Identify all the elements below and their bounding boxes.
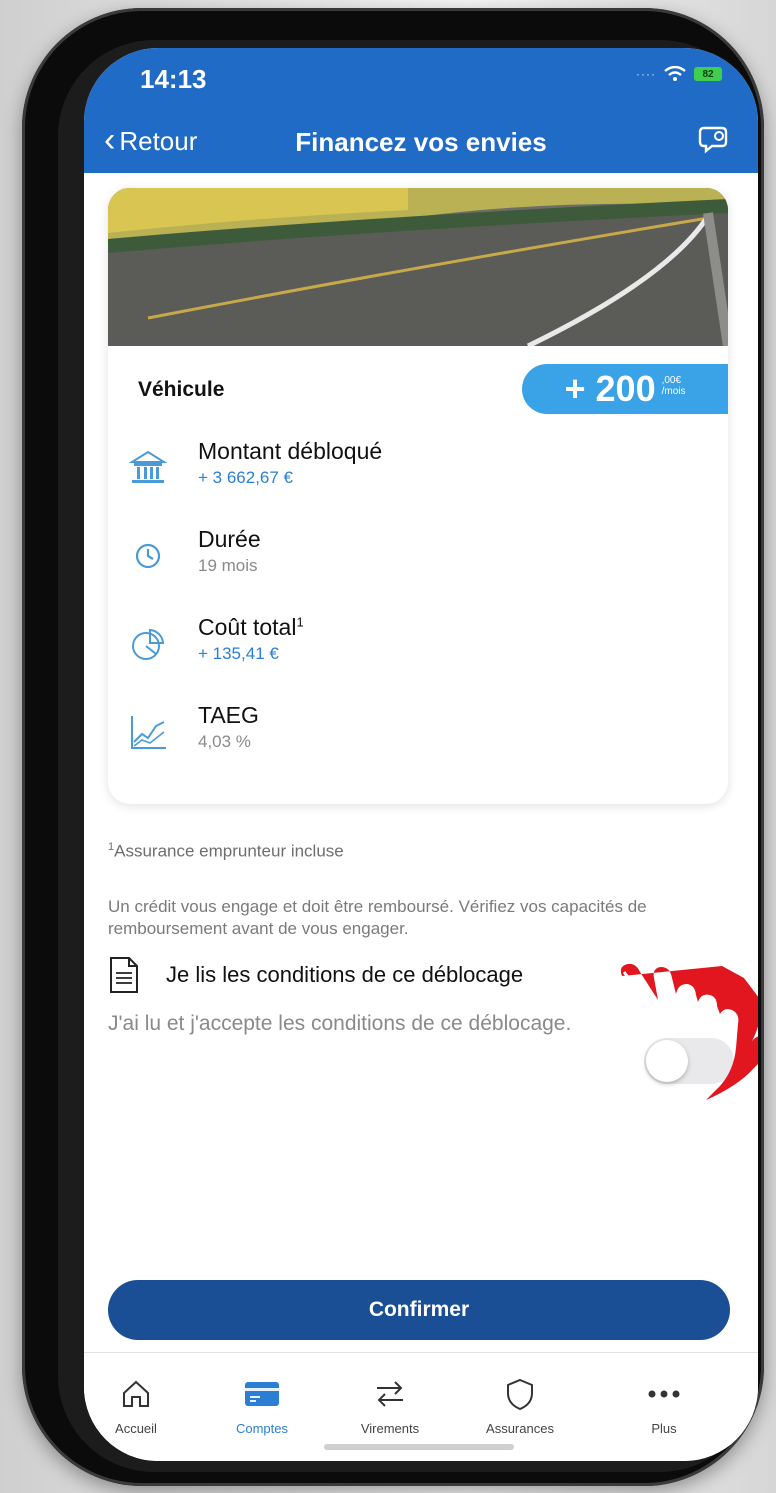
detail-label: TAEG [198, 702, 259, 728]
detail-value: 4,03 % [198, 732, 251, 751]
tab-label: Plus [651, 1421, 677, 1436]
detail-row-taeg: TAEG 4,03 % [128, 702, 708, 790]
battery-icon: 82 [694, 67, 722, 81]
tab-bar: Accueil Comptes Virements Assurances Plu… [84, 1352, 758, 1461]
badge-cents: ,00€ [661, 375, 682, 386]
page-title: Financez vos envies [295, 127, 547, 157]
badge-per: /mois [661, 386, 686, 397]
app-screen: 14:13 ···· 82 ‹ Retour Financez vos envi… [84, 48, 758, 1461]
signal-icon: ···· [636, 67, 656, 81]
tab-label: Comptes [235, 1421, 289, 1436]
document-icon [110, 957, 138, 993]
loan-card: Véhicule + 200 ,00€ /mois Montant débloq… [108, 188, 728, 804]
transfer-icon [377, 1381, 403, 1407]
detail-label-text: Coût total [198, 614, 297, 640]
detail-label: Coût total1 [198, 614, 304, 641]
tab-label: Accueil [115, 1421, 157, 1436]
detail-row-duration: Durée 19 mois [128, 526, 708, 614]
tab-comptes[interactable]: Comptes [202, 1375, 322, 1436]
line-chart-icon [131, 716, 166, 749]
confirm-button[interactable]: Confirmer [108, 1280, 730, 1340]
footnote-text: Assurance emprunteur incluse [114, 841, 344, 861]
home-indicator [324, 1444, 514, 1450]
home-icon [123, 1380, 149, 1407]
detail-value: + 3 662,67 € [198, 468, 294, 487]
read-conditions-link[interactable]: Je lis les conditions de ce déblocage [108, 956, 523, 994]
detail-row-amount: Montant débloqué + 3 662,67 € [128, 438, 708, 526]
detail-value: + 135,41 € [198, 644, 279, 663]
pie-chart-icon [132, 628, 165, 660]
footnote: 1Assurance emprunteur incluse [108, 841, 344, 862]
tab-virements[interactable]: Virements [330, 1375, 450, 1436]
pointing-hand-icon [620, 963, 758, 1100]
tab-label: Virements [360, 1421, 420, 1436]
card-title: Véhicule [138, 378, 225, 401]
tab-assurances[interactable]: Assurances [460, 1375, 580, 1436]
badge-amount: + 200 [564, 368, 656, 409]
detail-row-total-cost: Coût total1 + 135,41 € [128, 614, 708, 702]
top-header: 14:13 ···· 82 ‹ Retour Financez vos envi… [84, 48, 758, 173]
tab-label: Assurances [486, 1421, 554, 1436]
tab-accueil[interactable]: Accueil [84, 1375, 196, 1436]
read-conditions-label: Je lis les conditions de ce déblocage [166, 962, 524, 987]
vehicle-road-image [108, 188, 728, 346]
detail-label: Durée [198, 526, 261, 552]
accept-conditions-label: J'ai lu et j'accepte les conditions de c… [108, 1012, 572, 1035]
shield-icon [507, 1378, 533, 1411]
clock-icon [135, 543, 161, 569]
card-icon [245, 1382, 279, 1406]
status-time: 14:13 [140, 64, 207, 94]
monthly-amount-badge: + 200 ,00€ /mois [522, 364, 728, 414]
advisor-chat-icon[interactable] [698, 122, 732, 156]
detail-label: Montant débloqué [198, 438, 383, 464]
loan-details: Montant débloqué + 3 662,67 € Durée 19 m… [128, 438, 708, 790]
tab-plus[interactable]: Plus [604, 1375, 724, 1436]
badge-suffix: ,00€ /mois [662, 375, 686, 397]
detail-value: 19 mois [198, 556, 258, 575]
credit-warning: Un crédit vous engage et doit être rembo… [108, 897, 647, 938]
footnote-marker: 1 [296, 614, 304, 630]
more-icon [648, 1390, 680, 1398]
wifi-icon [664, 66, 686, 81]
status-icons: ···· 82 [636, 66, 722, 82]
bank-icon [128, 450, 168, 483]
